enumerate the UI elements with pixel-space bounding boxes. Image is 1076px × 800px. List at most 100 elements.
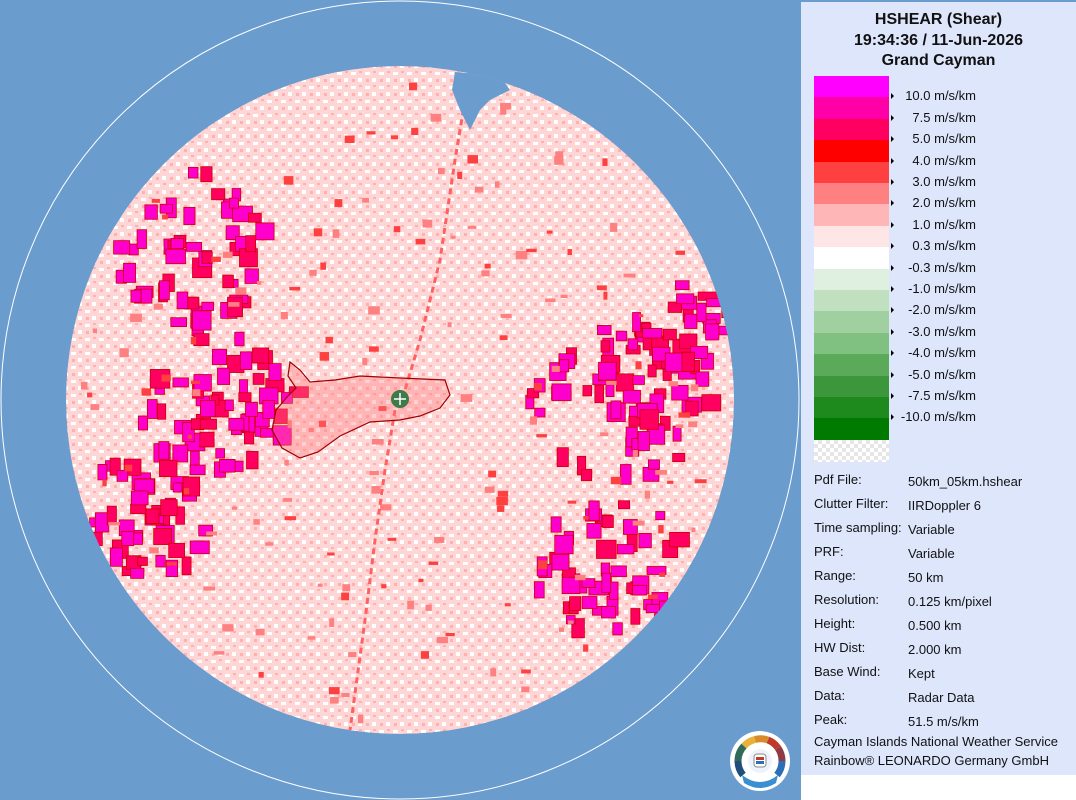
shear-speck [284,516,297,521]
shear-speck [515,250,528,260]
shear-cell [190,450,200,468]
shear-speck [342,584,351,592]
shear-cell [176,291,189,310]
legend-tick-icon [891,114,894,121]
shear-speck [149,547,159,554]
info-key: Clutter Filter: [814,496,889,511]
shear-cell [612,622,623,636]
shear-speck [228,302,240,307]
shear-cell [676,293,695,305]
shear-cell [181,556,192,576]
shear-cell [130,567,145,579]
legend-label: 3.0 m/s/km [912,174,976,189]
shear-cell [172,482,183,493]
legend-label: 7.5 m/s/km [912,109,976,125]
shear-cell [252,347,270,364]
shear-speck [606,380,617,385]
shear-speck [600,432,609,437]
info-key: Peak: [814,712,848,727]
info-value: 2.000 km [908,642,962,657]
radar-display[interactable] [0,0,800,800]
shear-cell [688,567,698,587]
shear-cell [246,450,259,470]
shear-speck [153,303,163,310]
shear-speck [166,562,177,566]
shear-speck [213,651,225,655]
shear-speck [411,127,419,136]
shear-speck [422,219,433,228]
legend-nodata-swatch [814,440,889,462]
shear-speck [222,251,233,258]
shear-cell [645,603,662,614]
shear-speck [108,522,121,526]
shear-cell [615,330,628,342]
shear-cell [170,317,188,328]
legend-tick-icon [891,136,894,143]
shear-speck [445,632,455,637]
shear-cell [581,596,598,609]
legend-label: 0.3 m/s/km [912,238,976,254]
shear-cell [664,352,685,372]
shear-cell [132,532,143,545]
legend-swatch [814,118,889,141]
legend-swatch [814,161,889,183]
shear-speck [691,527,696,533]
shear-speck [284,459,289,466]
shear-speck [366,131,376,135]
shear-cell [601,605,616,619]
legend-tick-icon [891,93,894,100]
shear-speck [130,313,142,322]
shear-speck [206,531,218,536]
shear-speck [481,270,490,277]
shear-cell [228,417,245,431]
shear-cell [672,452,686,462]
shear-cell [627,338,639,351]
shear-speck [317,583,323,587]
legend-label: -5.0 m/s/km [908,366,976,382]
shear-cell [637,431,650,452]
shear-speck [381,584,387,589]
shear-speck [497,490,509,497]
shear-cell [113,240,131,255]
shear-cell [569,596,582,611]
shear-cell [217,367,231,385]
shear-speck [141,388,152,396]
legend-tick-icon [891,371,894,378]
shear-speck [688,421,698,428]
shear-speck [500,314,512,318]
shear-cell [224,399,234,412]
info-panel: HSHEAR (Shear) 19:34:36 / 11-Jun-2026 Gr… [801,2,1076,775]
shear-speck [183,488,190,495]
info-value: Radar Data [908,690,975,705]
legend-label: 5.0 m/s/km [912,131,976,147]
shear-speck [362,197,370,203]
shear-cell [672,425,682,442]
info-key: Resolution: [814,592,880,607]
shear-speck [283,498,292,502]
shear-cell [669,531,690,548]
shear-speck [387,537,397,541]
shear-speck [534,382,542,391]
shear-speck [187,434,192,439]
shear-speck [371,439,384,445]
shear-speck [289,286,301,291]
info-key: PRF: [814,544,844,559]
shear-cell [183,206,196,225]
shear-speck [80,381,88,390]
shear-speck [546,230,553,234]
shear-cell [602,515,614,528]
shear-speck [675,250,686,255]
shear-speck [253,519,260,525]
shear-cell [185,241,203,252]
shear-speck [255,628,265,636]
shear-speck [90,404,100,410]
shear-cell [211,188,226,201]
legend-label: -7.5 m/s/km [908,388,976,403]
shear-cell [654,612,665,629]
shear-speck [457,171,463,180]
radar-map[interactable] [0,0,800,800]
legend-tick-icon [891,243,894,250]
legend-tick-icon [891,264,894,271]
shear-cell [243,431,255,445]
legend-swatch [814,225,889,248]
